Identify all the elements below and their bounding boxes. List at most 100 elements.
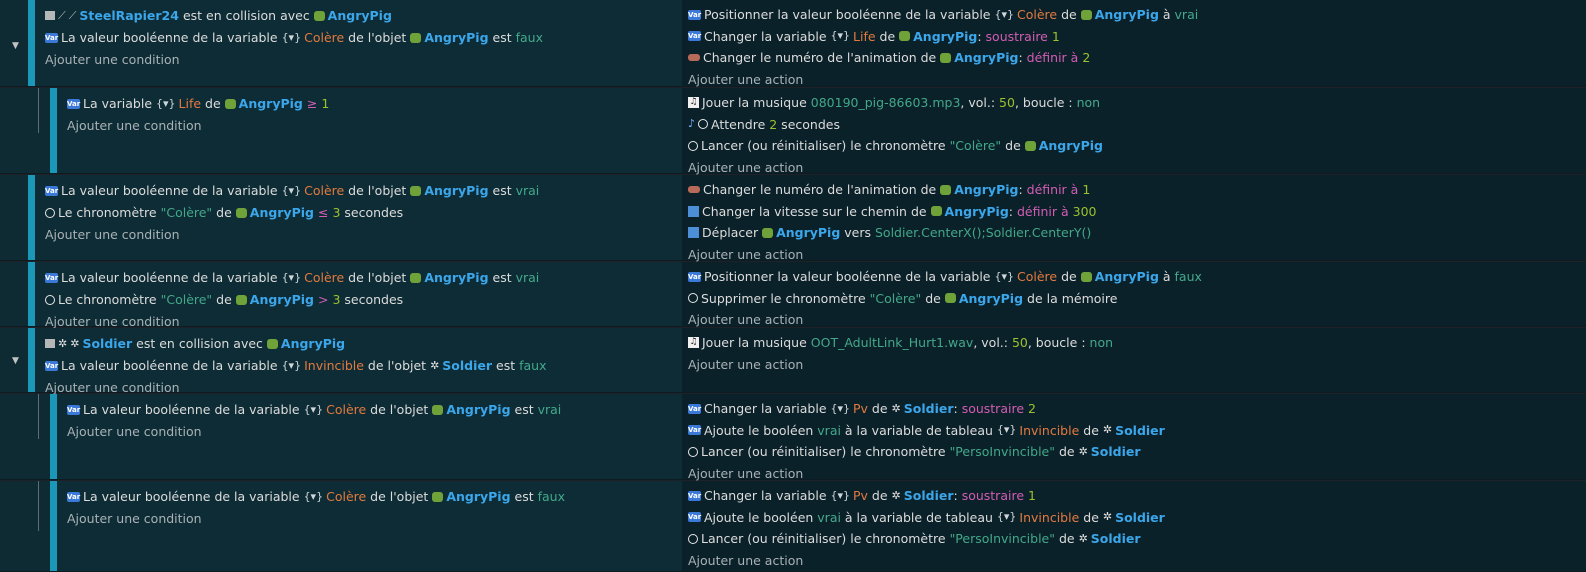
- object-name[interactable]: AngryPig: [1039, 138, 1103, 153]
- object-name[interactable]: AngryPig: [913, 29, 977, 44]
- condition-row[interactable]: Le chronomètre "Colère" de AngryPig > 3 …: [45, 290, 403, 310]
- add-action-button[interactable]: Ajouter une action: [688, 70, 803, 90]
- object-name[interactable]: AngryPig: [959, 291, 1023, 306]
- object-name[interactable]: AngryPig: [250, 292, 314, 307]
- add-condition-button[interactable]: Ajouter une condition: [45, 50, 180, 70]
- object-name[interactable]: Soldier: [82, 336, 132, 351]
- event-block[interactable]: Var La valeur booléenne de la variable {▾…: [0, 394, 1586, 481]
- object-name[interactable]: AngryPig: [954, 50, 1018, 65]
- condition-row[interactable]: Var La variable {▾} Life de AngryPig ≥ 1: [67, 94, 329, 114]
- object-name[interactable]: AngryPig: [776, 225, 840, 240]
- action-row[interactable]: Var Changer la variable {▾} Pv de ✲ Soldier…: [688, 486, 1036, 506]
- timer-icon: [688, 140, 698, 151]
- variable-name[interactable]: Life: [179, 96, 202, 111]
- event-block[interactable]: Var La valeur booléenne de la variable {▾…: [0, 262, 1586, 330]
- variable-name[interactable]: Pv: [853, 488, 868, 503]
- object-name[interactable]: Soldier: [904, 401, 954, 416]
- object-name[interactable]: Soldier: [1115, 423, 1165, 438]
- parameter-value: "PersoInvincible": [949, 444, 1055, 459]
- variable-name[interactable]: Colère: [304, 30, 344, 45]
- collapse-chevron-icon[interactable]: ▼: [12, 356, 19, 366]
- action-row[interactable]: Lancer (ou réinitialiser) le chronomètre…: [688, 529, 1141, 549]
- event-block[interactable]: ✲ ✲ Soldier est en collision avec AngryPig…: [0, 328, 1586, 395]
- event-drag-handle[interactable]: [28, 175, 35, 260]
- event-drag-handle[interactable]: [50, 88, 57, 173]
- action-row[interactable]: Var Ajoute le booléen vrai à la variable …: [688, 508, 1165, 528]
- condition-row[interactable]: Var La valeur booléenne de la variable {▾…: [67, 400, 561, 420]
- add-condition-button[interactable]: Ajouter une condition: [67, 422, 202, 442]
- action-row[interactable]: Var Changer la variable {▾} Pv de ✲ Soldier…: [688, 399, 1036, 419]
- variable-name[interactable]: Colère: [326, 489, 366, 504]
- variable-name[interactable]: Colère: [304, 183, 344, 198]
- add-condition-button[interactable]: Ajouter une condition: [45, 225, 180, 245]
- angrypig-object-icon: [432, 404, 444, 415]
- action-row[interactable]: ♪ Attendre 2 secondes: [688, 115, 840, 135]
- object-name[interactable]: AngryPig: [1095, 269, 1159, 284]
- variable-name[interactable]: Invincible: [304, 358, 364, 373]
- condition-row[interactable]: Var La valeur booléenne de la variable {▾…: [45, 28, 543, 48]
- object-name[interactable]: SteelRapier24: [79, 8, 179, 23]
- action-row[interactable]: Var Positionner la valeur booléenne de la…: [688, 267, 1202, 287]
- object-name[interactable]: AngryPig: [954, 182, 1018, 197]
- variable-name[interactable]: Life: [853, 29, 876, 44]
- object-name[interactable]: AngryPig: [281, 336, 345, 351]
- variable-name[interactable]: Colère: [304, 270, 344, 285]
- action-row[interactable]: Var Ajoute le booléen vrai à la variable …: [688, 421, 1165, 441]
- object-name[interactable]: AngryPig: [945, 204, 1009, 219]
- event-drag-handle[interactable]: [28, 262, 35, 326]
- action-row[interactable]: Changer le numéro de l'animation de Angr…: [688, 180, 1090, 200]
- collapse-chevron-icon[interactable]: ▼: [12, 41, 19, 51]
- action-row[interactable]: Lancer (ou réinitialiser) le chronomètre…: [688, 442, 1141, 462]
- event-block[interactable]: Var La variable {▾} Life de AngryPig ≥ 1 Aj…: [0, 88, 1586, 175]
- action-row[interactable]: ♫ Jouer la musique OOT_AdultLink_Hurt1.wa…: [688, 333, 1113, 353]
- event-drag-handle[interactable]: [50, 394, 57, 479]
- event-block[interactable]: Var La valeur booléenne de la variable {▾…: [0, 481, 1586, 572]
- action-row[interactable]: Var Changer la variable {▾} Life de AngryP…: [688, 27, 1060, 47]
- object-name[interactable]: Soldier: [1091, 531, 1141, 546]
- condition-row[interactable]: Var La valeur booléenne de la variable {▾…: [45, 356, 546, 376]
- action-row[interactable]: Supprimer le chronomètre "Colère" de Ang…: [688, 289, 1117, 309]
- action-row[interactable]: Déplacer AngryPig vers Soldier.CenterX()…: [688, 223, 1091, 243]
- variable-name[interactable]: Colère: [326, 402, 366, 417]
- object-name[interactable]: AngryPig: [328, 8, 392, 23]
- variable-name[interactable]: Colère: [1017, 269, 1057, 284]
- object-name[interactable]: AngryPig: [1095, 7, 1159, 22]
- condition-row[interactable]: Le chronomètre "Colère" de AngryPig ≤ 3 …: [45, 203, 403, 223]
- action-row[interactable]: Changer la vitesse sur le chemin de Angr…: [688, 202, 1096, 222]
- event-block[interactable]: Var La valeur booléenne de la variable {▾…: [0, 175, 1586, 262]
- condition-row[interactable]: ✲ ✲ Soldier est en collision avec AngryPig: [45, 334, 345, 354]
- add-action-button[interactable]: Ajouter une action: [688, 551, 803, 571]
- condition-row[interactable]: ⟋ ⟋ SteelRapier24 est en collision avec An…: [45, 6, 392, 26]
- add-condition-button[interactable]: Ajouter une condition: [67, 509, 202, 529]
- object-name[interactable]: Soldier: [904, 488, 954, 503]
- object-name[interactable]: Soldier: [1091, 444, 1141, 459]
- angrypig-object-icon: [432, 491, 444, 502]
- event-drag-handle[interactable]: [28, 328, 35, 392]
- condition-row[interactable]: Var La valeur booléenne de la variable {▾…: [45, 181, 539, 201]
- add-condition-button[interactable]: Ajouter une condition: [67, 116, 202, 136]
- object-name[interactable]: AngryPig: [424, 30, 488, 45]
- event-drag-handle[interactable]: [28, 0, 35, 86]
- object-name[interactable]: AngryPig: [446, 489, 510, 504]
- variable-name[interactable]: Pv: [853, 401, 868, 416]
- event-drag-handle[interactable]: [50, 481, 57, 571]
- object-name[interactable]: Soldier: [442, 358, 492, 373]
- object-name[interactable]: AngryPig: [424, 270, 488, 285]
- action-row[interactable]: Lancer (ou réinitialiser) le chronomètre…: [688, 136, 1103, 156]
- object-name[interactable]: AngryPig: [424, 183, 488, 198]
- condition-row[interactable]: Var La valeur booléenne de la variable {▾…: [45, 268, 539, 288]
- action-row[interactable]: ♫ Jouer la musique 080190_pig-86603.mp3, …: [688, 93, 1100, 113]
- variable-name[interactable]: Colère: [1017, 7, 1057, 22]
- variable-name[interactable]: Invincible: [1019, 510, 1079, 525]
- variable-name[interactable]: Invincible: [1019, 423, 1079, 438]
- add-action-button[interactable]: Ajouter une action: [688, 310, 803, 330]
- object-name[interactable]: Soldier: [1115, 510, 1165, 525]
- object-name[interactable]: AngryPig: [446, 402, 510, 417]
- action-row[interactable]: Var Positionner la valeur booléenne de la…: [688, 5, 1198, 25]
- object-name[interactable]: AngryPig: [239, 96, 303, 111]
- add-action-button[interactable]: Ajouter une action: [688, 355, 803, 375]
- action-row[interactable]: Changer le numéro de l'animation de Angr…: [688, 48, 1090, 68]
- condition-row[interactable]: Var La valeur booléenne de la variable {▾…: [67, 487, 565, 507]
- event-block[interactable]: ⟋ ⟋ SteelRapier24 est en collision avec An…: [0, 0, 1586, 87]
- object-name[interactable]: AngryPig: [250, 205, 314, 220]
